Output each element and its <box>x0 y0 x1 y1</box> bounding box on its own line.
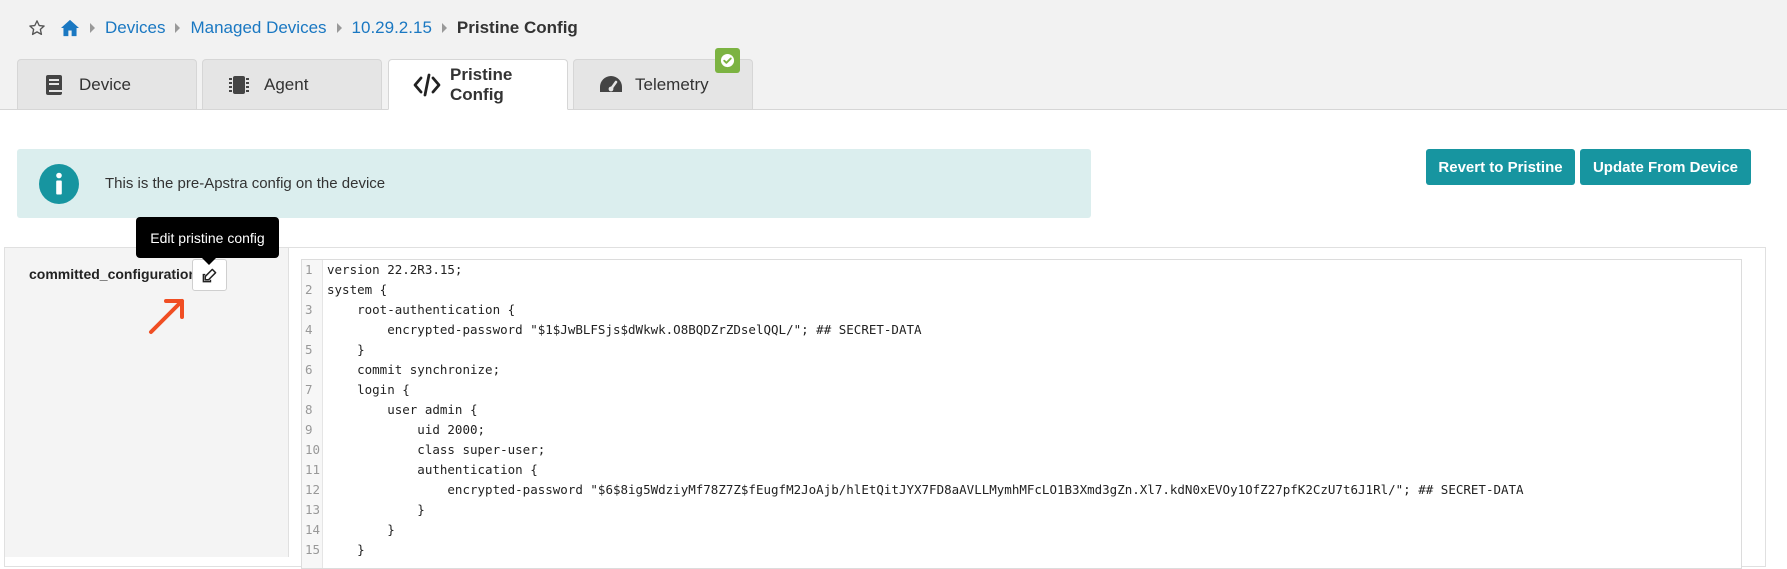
breadcrumb-separator <box>336 23 342 33</box>
chip-icon <box>227 73 251 97</box>
code-text: authentication { <box>327 462 538 477</box>
status-badge <box>715 48 740 73</box>
code-text: version 22.2R3.15; <box>327 262 463 277</box>
tab-label: Agent <box>264 74 309 94</box>
tab-agent[interactable]: Agent <box>202 59 382 109</box>
line-number: 10 <box>305 442 321 457</box>
line-number: 9 <box>305 422 313 437</box>
code-editor[interactable]: 1 version 22.2R3.15; 2 system { 3 root-authe… <box>301 259 1742 569</box>
tab-label: Pristine Config <box>450 64 513 104</box>
tab-pristine-config[interactable]: Pristine Config <box>388 59 568 110</box>
code-text: } <box>327 342 365 357</box>
line-number: 8 <box>305 402 313 417</box>
code-text: encrypted-password "$6$8ig5WdziyMf78Z7Z$… <box>327 482 1524 497</box>
breadcrumb-device-ip[interactable]: 10.29.2.15 <box>352 18 432 38</box>
home-icon[interactable] <box>60 19 80 37</box>
line-number: 11 <box>305 462 321 477</box>
book-icon <box>42 73 66 97</box>
star-icon[interactable] <box>28 19 46 37</box>
code-text: uid 2000; <box>327 422 486 437</box>
breadcrumb-separator <box>441 23 447 33</box>
line-number: 1 <box>305 262 313 277</box>
code-text: login { <box>327 382 410 397</box>
info-text: This is the pre-Apstra config on the dev… <box>105 175 386 192</box>
line-number: 2 <box>305 282 313 297</box>
line-number: 13 <box>305 502 321 517</box>
tooltip: Edit pristine config <box>136 217 279 258</box>
code-text: encrypted-password "$1$JwBLFSjs$dWkwk.O8… <box>327 322 922 337</box>
tab-label: Telemetry <box>635 74 709 94</box>
field-label: committed_configuration <box>29 266 198 282</box>
code-text: commit synchronize; <box>327 362 501 377</box>
revert-to-pristine-button[interactable]: Revert to Pristine <box>1426 149 1575 185</box>
line-number: 5 <box>305 342 313 357</box>
tooltip-arrow <box>202 258 216 265</box>
annotation-arrow-icon <box>149 299 184 334</box>
line-number: 3 <box>305 302 313 317</box>
gauge-icon <box>598 73 622 97</box>
breadcrumb-separator <box>90 23 95 33</box>
update-from-device-button[interactable]: Update From Device <box>1580 149 1751 185</box>
tab-label: Device <box>79 74 131 94</box>
code-icon <box>413 73 441 97</box>
code-text: user admin { <box>327 402 478 417</box>
code-text: } <box>327 502 425 517</box>
code-text: class super-user; <box>327 442 546 457</box>
breadcrumb-devices[interactable]: Devices <box>105 18 165 38</box>
line-number: 15 <box>305 542 321 557</box>
breadcrumb-managed-devices[interactable]: Managed Devices <box>190 18 326 38</box>
code-text: system { <box>327 282 388 297</box>
info-icon <box>38 163 80 205</box>
line-number: 4 <box>305 322 313 337</box>
check-icon <box>720 53 735 68</box>
edit-icon <box>202 268 217 282</box>
code-text: root-authentication { <box>327 302 516 317</box>
info-banner: This is the pre-Apstra config on the dev… <box>17 149 1091 218</box>
line-number: 6 <box>305 362 313 377</box>
code-text: } <box>327 522 395 537</box>
line-number: 12 <box>305 482 321 497</box>
breadcrumb-current: Pristine Config <box>456 18 578 37</box>
code-text: } <box>327 542 365 557</box>
breadcrumb-separator <box>175 23 181 33</box>
breadcrumb: Devices Managed Devices 10.29.2.15 Prist… <box>28 16 578 40</box>
line-number: 7 <box>305 382 313 397</box>
tab-device[interactable]: Device <box>17 59 197 109</box>
line-number: 14 <box>305 522 321 537</box>
